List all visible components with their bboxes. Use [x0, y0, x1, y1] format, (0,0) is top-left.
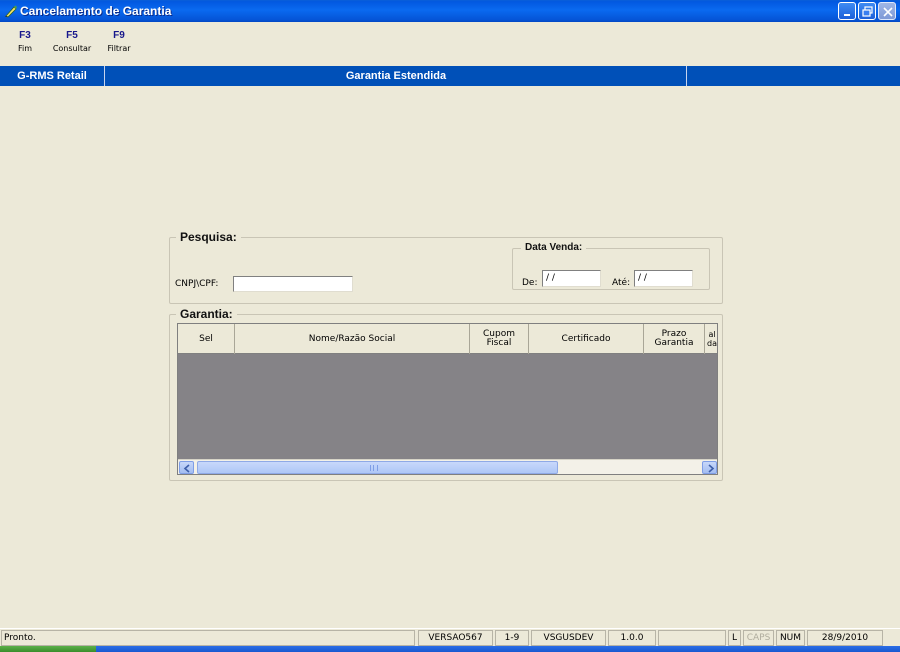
scroll-right-button[interactable]	[702, 461, 717, 474]
arrow-left-icon	[183, 464, 190, 473]
restore-button[interactable]	[858, 2, 876, 20]
taskbar-strip	[0, 646, 900, 652]
scroll-left-button[interactable]	[179, 461, 194, 474]
window-title: Cancelamento de Garantia	[20, 4, 172, 18]
pen-icon	[5, 5, 17, 18]
function-key-toolbar: F3 Fim F5 Consultar F9 Filtrar	[0, 22, 900, 66]
pesquisa-title: Pesquisa:	[176, 230, 241, 244]
status-l: L	[728, 630, 741, 646]
f3-key: F3	[19, 30, 31, 41]
ate-label: Até:	[612, 278, 631, 288]
column-header-prazo[interactable]: Prazo Garantia	[644, 324, 705, 354]
status-message: Pronto.	[1, 630, 415, 646]
arrow-right-icon	[708, 464, 715, 473]
restore-icon	[862, 6, 873, 17]
status-bar: Pronto. VERSAO567 1-9 VSGUSDEV 1.0.0 L C…	[0, 628, 900, 646]
filtrar-button[interactable]: F9 Filtrar	[102, 30, 136, 53]
status-database: VSGUSDEV	[531, 630, 606, 646]
cnpj-label: CNPJ\CPF:	[175, 279, 219, 289]
column-header-truncated[interactable]: al da	[705, 324, 717, 354]
status-loja: 1-9	[495, 630, 529, 646]
fim-button[interactable]: F3 Fim	[11, 30, 39, 53]
consultar-button[interactable]: F5 Consultar	[49, 30, 95, 53]
data-venda-title: Data Venda:	[521, 242, 587, 253]
column-header-cupom[interactable]: Cupom Fiscal	[470, 324, 529, 354]
column-header-certificado[interactable]: Certificado	[529, 324, 644, 354]
status-caps: CAPS	[743, 630, 774, 646]
start-button-edge[interactable]	[0, 646, 96, 652]
grid-header: Sel Nome/Razão Social Cupom Fiscal Certi…	[178, 324, 717, 354]
date-to-field[interactable]: / /	[634, 270, 693, 287]
fim-label: Fim	[17, 44, 33, 53]
garantia-grid[interactable]: Sel Nome/Razão Social Cupom Fiscal Certi…	[177, 323, 718, 475]
header-band: G-RMS Retail Garantia Estendida	[0, 66, 900, 86]
title-bar[interactable]: Cancelamento de Garantia	[0, 0, 900, 22]
filtrar-label: Filtrar	[107, 44, 131, 53]
status-num: NUM	[776, 630, 805, 646]
cnpj-field[interactable]	[233, 276, 353, 292]
minimize-button[interactable]	[838, 2, 856, 20]
grip-icon	[370, 465, 378, 471]
status-date: 28/9/2010	[807, 630, 883, 646]
app-name: G-RMS Retail	[0, 66, 105, 86]
scroll-thumb[interactable]	[197, 461, 558, 474]
close-icon	[883, 7, 893, 17]
f9-key: F9	[113, 30, 125, 41]
status-empty	[658, 630, 726, 646]
de-label: De:	[522, 278, 538, 288]
f5-key: F5	[66, 30, 78, 41]
minimize-icon	[844, 14, 850, 16]
column-header-sel[interactable]: Sel	[178, 324, 235, 354]
status-build: 1.0.0	[608, 630, 656, 646]
date-from-field[interactable]: / /	[542, 270, 601, 287]
consultar-label: Consultar	[52, 44, 92, 53]
column-header-nome[interactable]: Nome/Razão Social	[235, 324, 470, 354]
screen-title: Garantia Estendida	[106, 66, 687, 86]
garantia-title: Garantia:	[176, 307, 237, 321]
status-version: VERSAO567	[418, 630, 493, 646]
close-button[interactable]	[878, 2, 896, 20]
horizontal-scrollbar[interactable]	[178, 459, 717, 474]
